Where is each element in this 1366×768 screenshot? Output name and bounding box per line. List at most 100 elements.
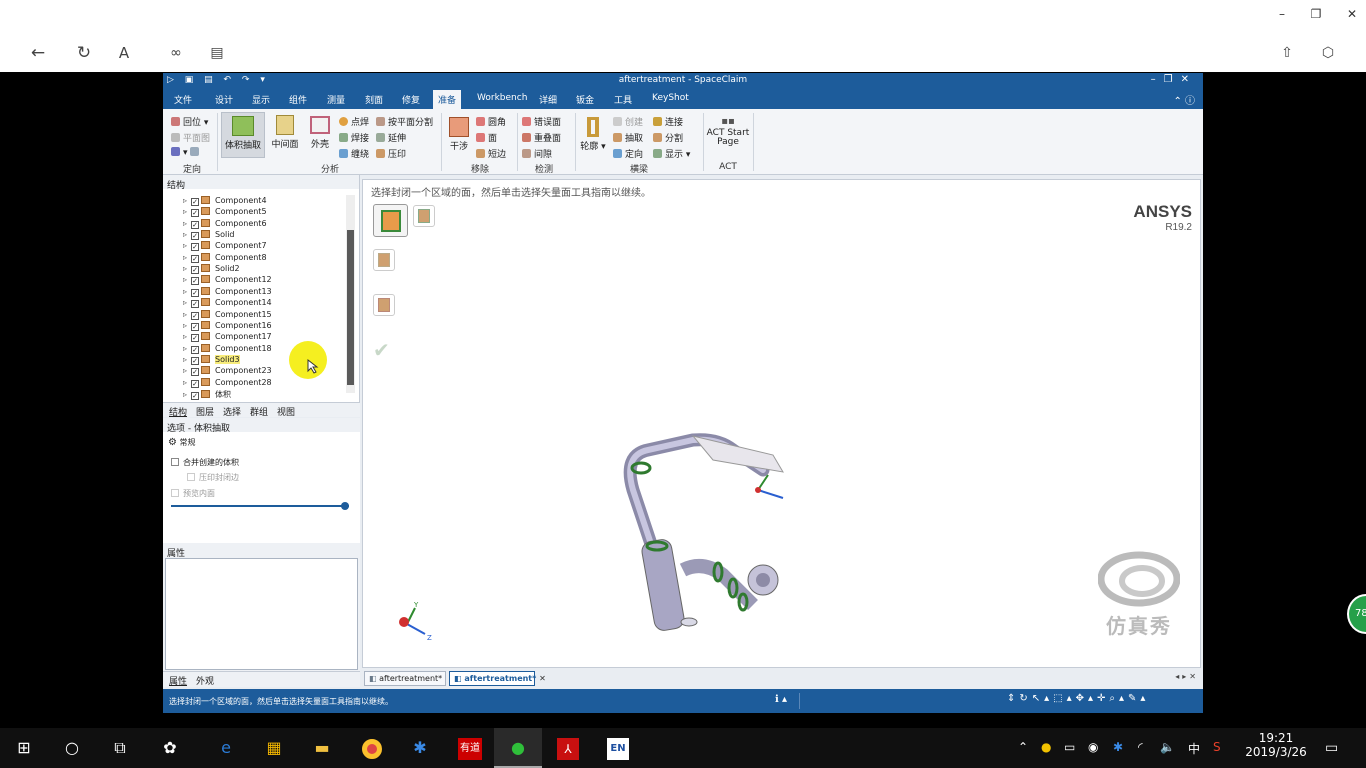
- scrollbar-thumb[interactable]: [347, 230, 354, 385]
- weld-button[interactable]: 焊接: [339, 131, 369, 144]
- battery-icon[interactable]: ▭: [1064, 740, 1075, 754]
- tree-item[interactable]: ▹ ✓ 体积: [183, 389, 231, 400]
- short-edge-button[interactable]: 短边: [476, 147, 506, 160]
- tree-item[interactable]: ▹ ✓ Component17: [183, 332, 272, 343]
- tray-wechat-icon[interactable]: ◉: [1088, 740, 1098, 754]
- tree-item[interactable]: ▹ ✓ Component15: [183, 309, 272, 321]
- visibility-checkbox[interactable]: ✓: [191, 356, 199, 365]
- tray-app2-icon[interactable]: ✱: [1113, 740, 1123, 754]
- expand-arrow-icon[interactable]: ▹: [183, 230, 191, 239]
- visibility-checkbox[interactable]: ✓: [191, 311, 199, 320]
- act-start-page-button[interactable]: ▪▪ ACT Start Page: [706, 115, 750, 159]
- visibility-checkbox[interactable]: ✓: [191, 277, 199, 286]
- tree-item[interactable]: ▹ ✓ Component8: [183, 252, 267, 264]
- visibility-checkbox[interactable]: ✓: [191, 391, 199, 400]
- visibility-checkbox[interactable]: ✓: [191, 288, 199, 297]
- spot-weld-button[interactable]: 点焊: [339, 115, 369, 128]
- visibility-checkbox[interactable]: ✓: [191, 368, 199, 377]
- refresh-icon[interactable]: ↻: [71, 40, 97, 66]
- help-icon[interactable]: ⌃ ⓘ: [1173, 92, 1195, 107]
- round-button[interactable]: 圆角: [476, 115, 506, 128]
- expand-arrow-icon[interactable]: ▹: [183, 275, 191, 284]
- link-icon[interactable]: ∞: [163, 40, 189, 66]
- tab-icon[interactable]: ▤: [204, 40, 230, 66]
- slider-handle[interactable]: [341, 502, 349, 510]
- expand-arrow-icon[interactable]: ▹: [183, 310, 191, 319]
- tree-item[interactable]: ▹ ✓ Component16: [183, 320, 272, 332]
- action-center-icon[interactable]: ▭: [1325, 740, 1338, 756]
- gap-button[interactable]: 间隙: [522, 147, 552, 160]
- expand-arrow-icon[interactable]: ▹: [183, 390, 191, 399]
- volume-icon[interactable]: 🔈: [1160, 740, 1175, 754]
- tray-chevron-icon[interactable]: ⌃: [1018, 740, 1028, 754]
- wechat-icon[interactable]: ●: [494, 728, 542, 768]
- tab-groups[interactable]: 群组: [250, 405, 268, 418]
- visibility-checkbox[interactable]: ✓: [191, 345, 199, 354]
- doc-tab-1[interactable]: ◧ aftertreatment*: [364, 671, 446, 686]
- wifi-icon[interactable]: ◜: [1138, 740, 1143, 754]
- tab-appearance[interactable]: 外观: [196, 674, 214, 687]
- close-tab-icon[interactable]: ✕: [539, 674, 546, 683]
- connect-beam-button[interactable]: 连接: [653, 115, 683, 128]
- tree-item[interactable]: ▹ ✓ Component14: [183, 298, 272, 309]
- imprint-edges-option[interactable]: 压印封闭边: [187, 472, 239, 483]
- notification-badge[interactable]: 78: [1347, 594, 1366, 634]
- visibility-checkbox[interactable]: ✓: [191, 209, 199, 218]
- en-icon[interactable]: EN: [594, 728, 642, 768]
- select-volume-tool[interactable]: [413, 205, 435, 227]
- tree-item[interactable]: ▹ ✓ Component18: [183, 343, 272, 355]
- show-beam-button[interactable]: 显示 ▾: [653, 147, 690, 160]
- tree-item[interactable]: ▹ ✓ Solid2: [183, 264, 240, 275]
- doc-tab-2[interactable]: ◧ aftertreatment* ✕: [449, 671, 546, 686]
- interference-button[interactable]: 干涉: [444, 115, 474, 159]
- expand-arrow-icon[interactable]: ▹: [183, 366, 191, 375]
- expand-arrow-icon[interactable]: ▹: [183, 344, 191, 353]
- create-beam-button[interactable]: 创建: [613, 115, 643, 128]
- tab-views[interactable]: 视图: [277, 405, 295, 418]
- structure-scrollbar[interactable]: [346, 195, 355, 393]
- visibility-checkbox[interactable]: ✓: [191, 232, 199, 241]
- expand-arrow-icon[interactable]: ▹: [183, 196, 191, 205]
- tray-app-icon[interactable]: ●: [1041, 740, 1051, 754]
- menu-detail[interactable]: 详细: [539, 93, 557, 106]
- 3d-icon[interactable]: ⬡: [1315, 40, 1341, 66]
- tree-item[interactable]: ▹ ✓ Component4: [183, 196, 267, 207]
- midsurface-button[interactable]: 中间面: [267, 112, 303, 158]
- explorer-icon[interactable]: ▬: [298, 728, 346, 768]
- wrap-button[interactable]: 缠绕: [339, 147, 369, 160]
- tree-item[interactable]: ▹ ✓ Solid: [183, 230, 235, 241]
- visibility-checkbox[interactable]: ✓: [191, 243, 199, 252]
- tab-structure[interactable]: 结构: [169, 405, 187, 418]
- acrobat-icon[interactable]: ⅄: [544, 728, 592, 768]
- expand-arrow-icon[interactable]: ▹: [183, 219, 191, 228]
- taskview-icon[interactable]: ⧉: [96, 728, 144, 768]
- expand-arrow-icon[interactable]: ▹: [183, 321, 191, 330]
- select-faces-tool[interactable]: [373, 204, 408, 237]
- expand-arrow-icon[interactable]: ▹: [183, 355, 191, 364]
- preview-slider[interactable]: [171, 505, 349, 507]
- merge-volumes-checkbox[interactable]: [171, 458, 179, 466]
- view-cube-button[interactable]: ▾: [171, 147, 202, 158]
- split-beam-button[interactable]: 分割: [653, 131, 683, 144]
- shell-button[interactable]: 外壳: [303, 112, 337, 158]
- overlap-face-button[interactable]: 重叠面: [522, 131, 561, 144]
- menu-measure[interactable]: 测量: [327, 93, 345, 106]
- visibility-checkbox[interactable]: ✓: [191, 379, 199, 388]
- merge-volumes-option[interactable]: 合并创建的体积: [171, 457, 239, 468]
- plan-view-button[interactable]: 平面图: [171, 131, 210, 144]
- chrome-icon[interactable]: [348, 728, 396, 768]
- orient-beam-button[interactable]: 定向: [613, 147, 643, 160]
- visibility-checkbox[interactable]: ✓: [191, 254, 199, 263]
- expand-arrow-icon[interactable]: ▹: [183, 253, 191, 262]
- preview-inner-checkbox[interactable]: [171, 489, 179, 497]
- select-edges-tool[interactable]: [373, 294, 395, 316]
- tree-item[interactable]: ▹ ✓ Component23: [183, 366, 272, 377]
- visibility-checkbox[interactable]: ✓: [191, 300, 199, 309]
- tab-layers[interactable]: 图层: [196, 405, 214, 418]
- menu-prepare[interactable]: 准备: [433, 90, 462, 109]
- menu-facets[interactable]: 刻面: [365, 93, 383, 106]
- tab-properties[interactable]: 属性: [169, 674, 187, 687]
- expand-arrow-icon[interactable]: ▹: [183, 241, 191, 250]
- volume-extract-button[interactable]: 体积抽取: [221, 112, 265, 158]
- ime-indicator[interactable]: 中: [1188, 740, 1200, 757]
